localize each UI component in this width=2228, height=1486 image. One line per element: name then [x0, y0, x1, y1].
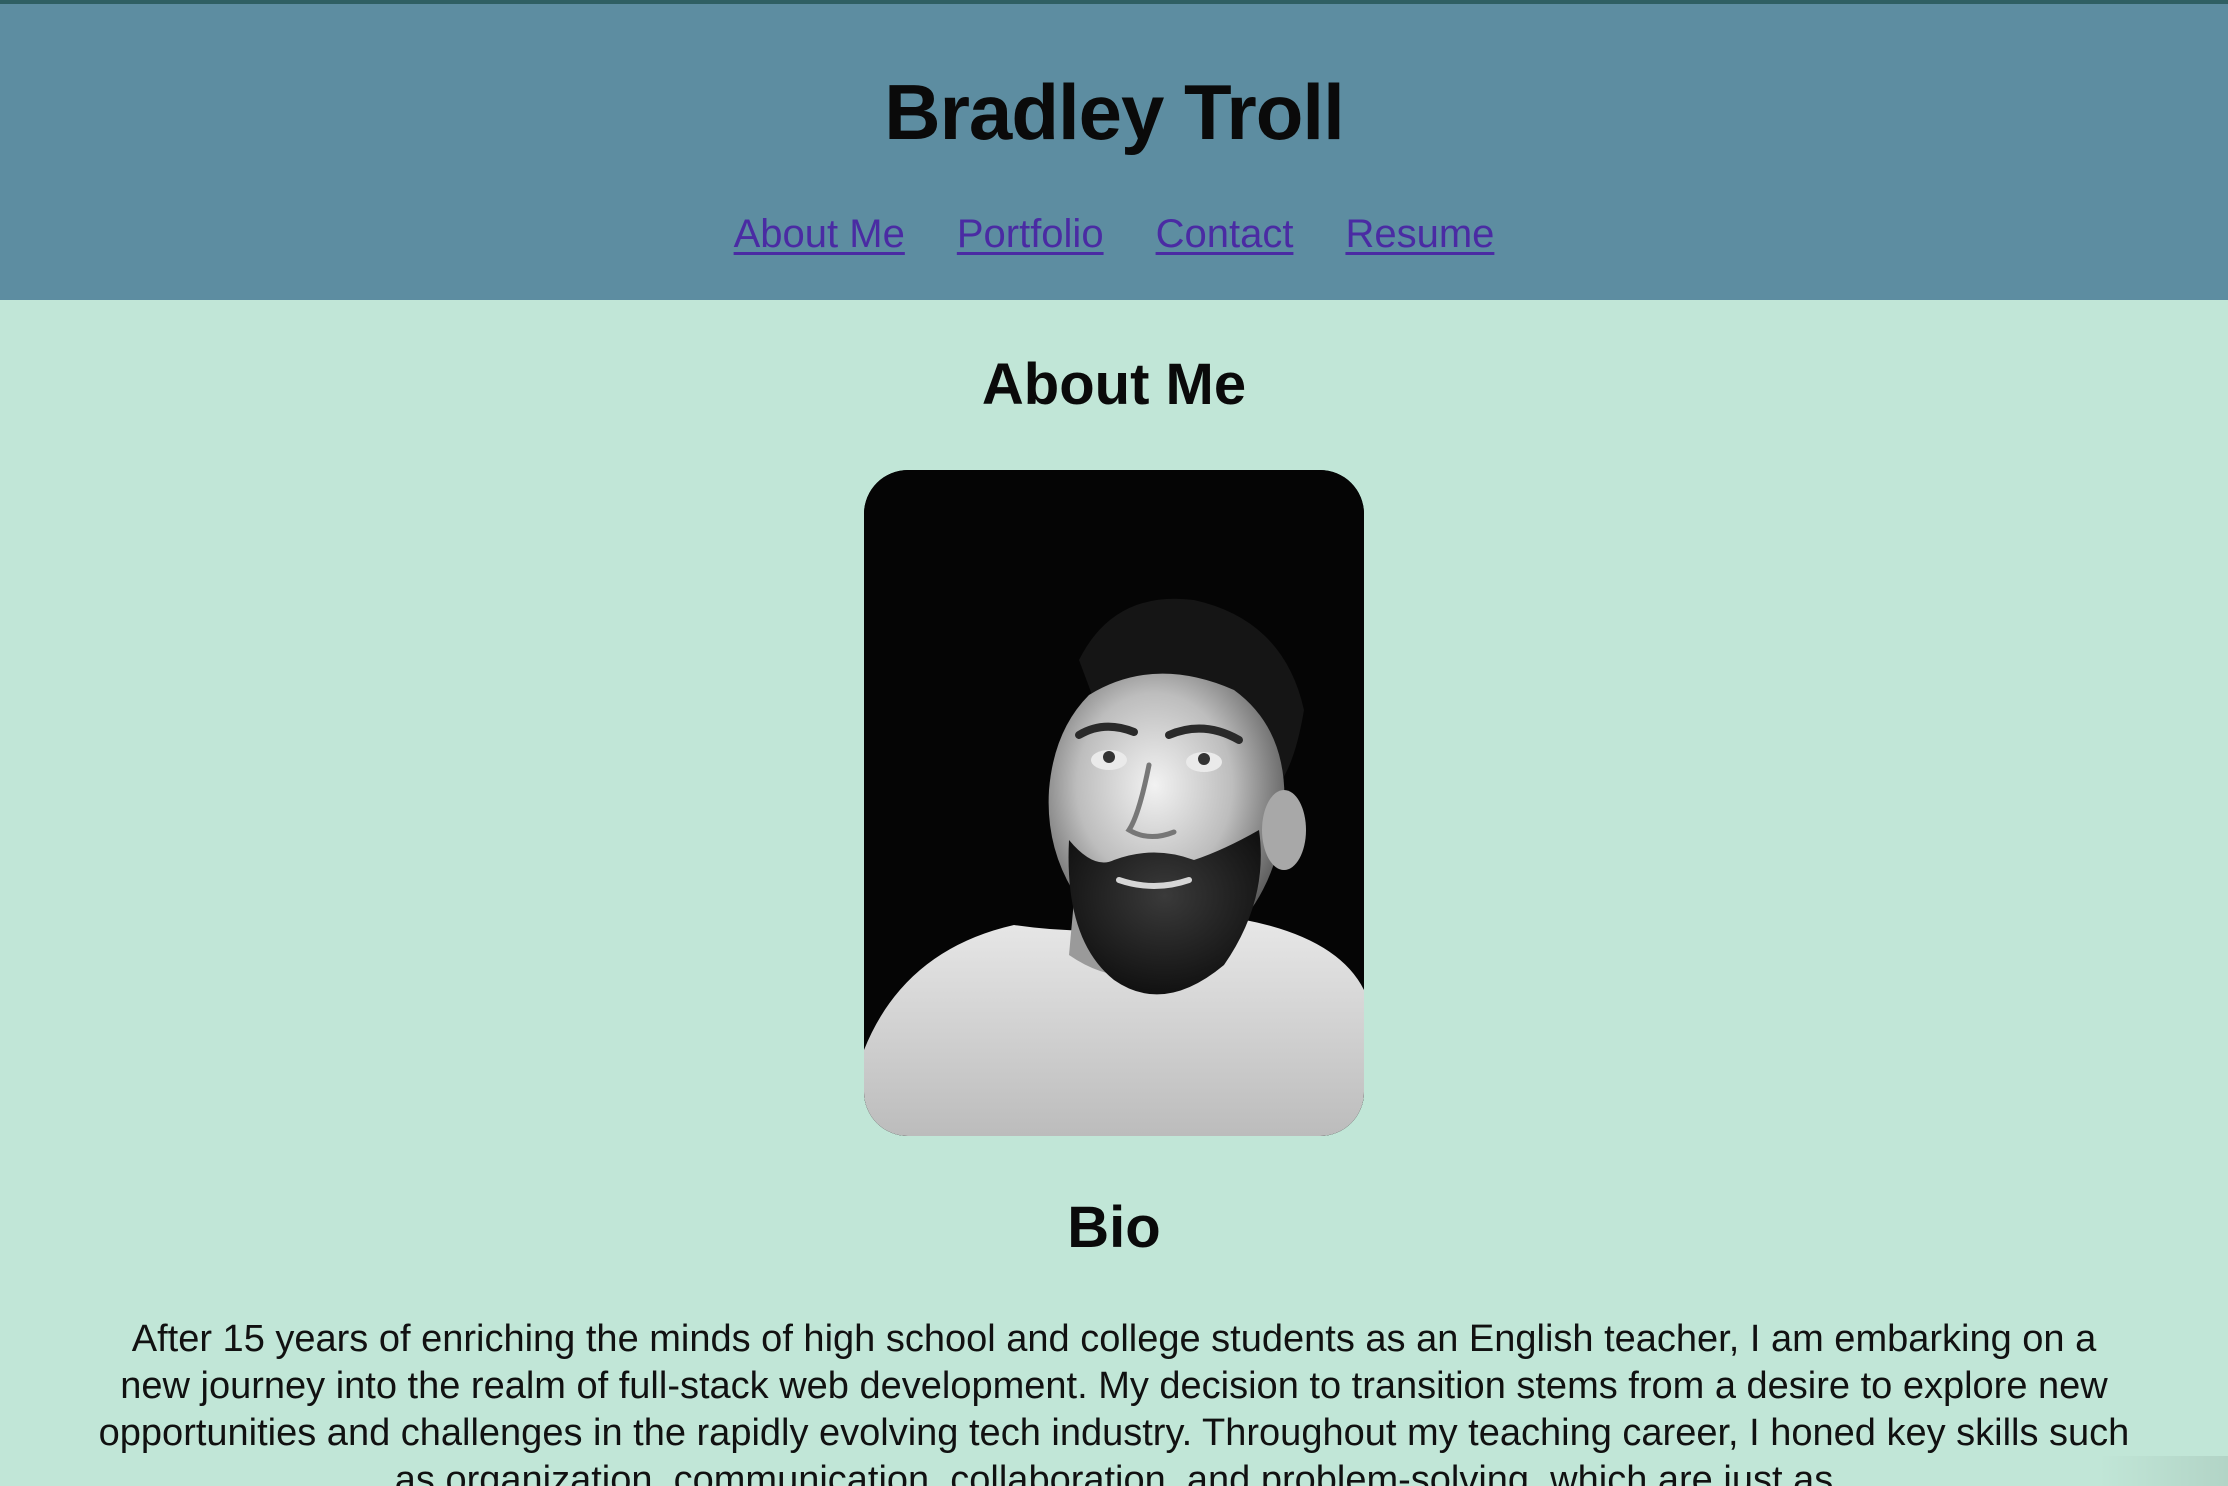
nav-link-about-me[interactable]: About Me: [734, 206, 905, 262]
about-me-heading: About Me: [981, 352, 1247, 417]
profile-photo: [864, 470, 1364, 1136]
nav-link-resume[interactable]: Resume: [1345, 206, 1494, 262]
main-nav: About Me Portfolio Contact Resume: [0, 206, 2228, 262]
site-title: Bradley Troll: [884, 68, 1345, 156]
window-corner-shadow: [2098, 1456, 2228, 1486]
site-header: Bradley Troll About Me Portfolio Contact…: [0, 4, 2228, 300]
bio-paragraph: After 15 years of enriching the minds of…: [98, 1318, 2130, 1486]
nav-link-contact[interactable]: Contact: [1156, 206, 1294, 262]
bio-heading: Bio: [1067, 1195, 1161, 1260]
nav-link-portfolio[interactable]: Portfolio: [957, 206, 1104, 262]
